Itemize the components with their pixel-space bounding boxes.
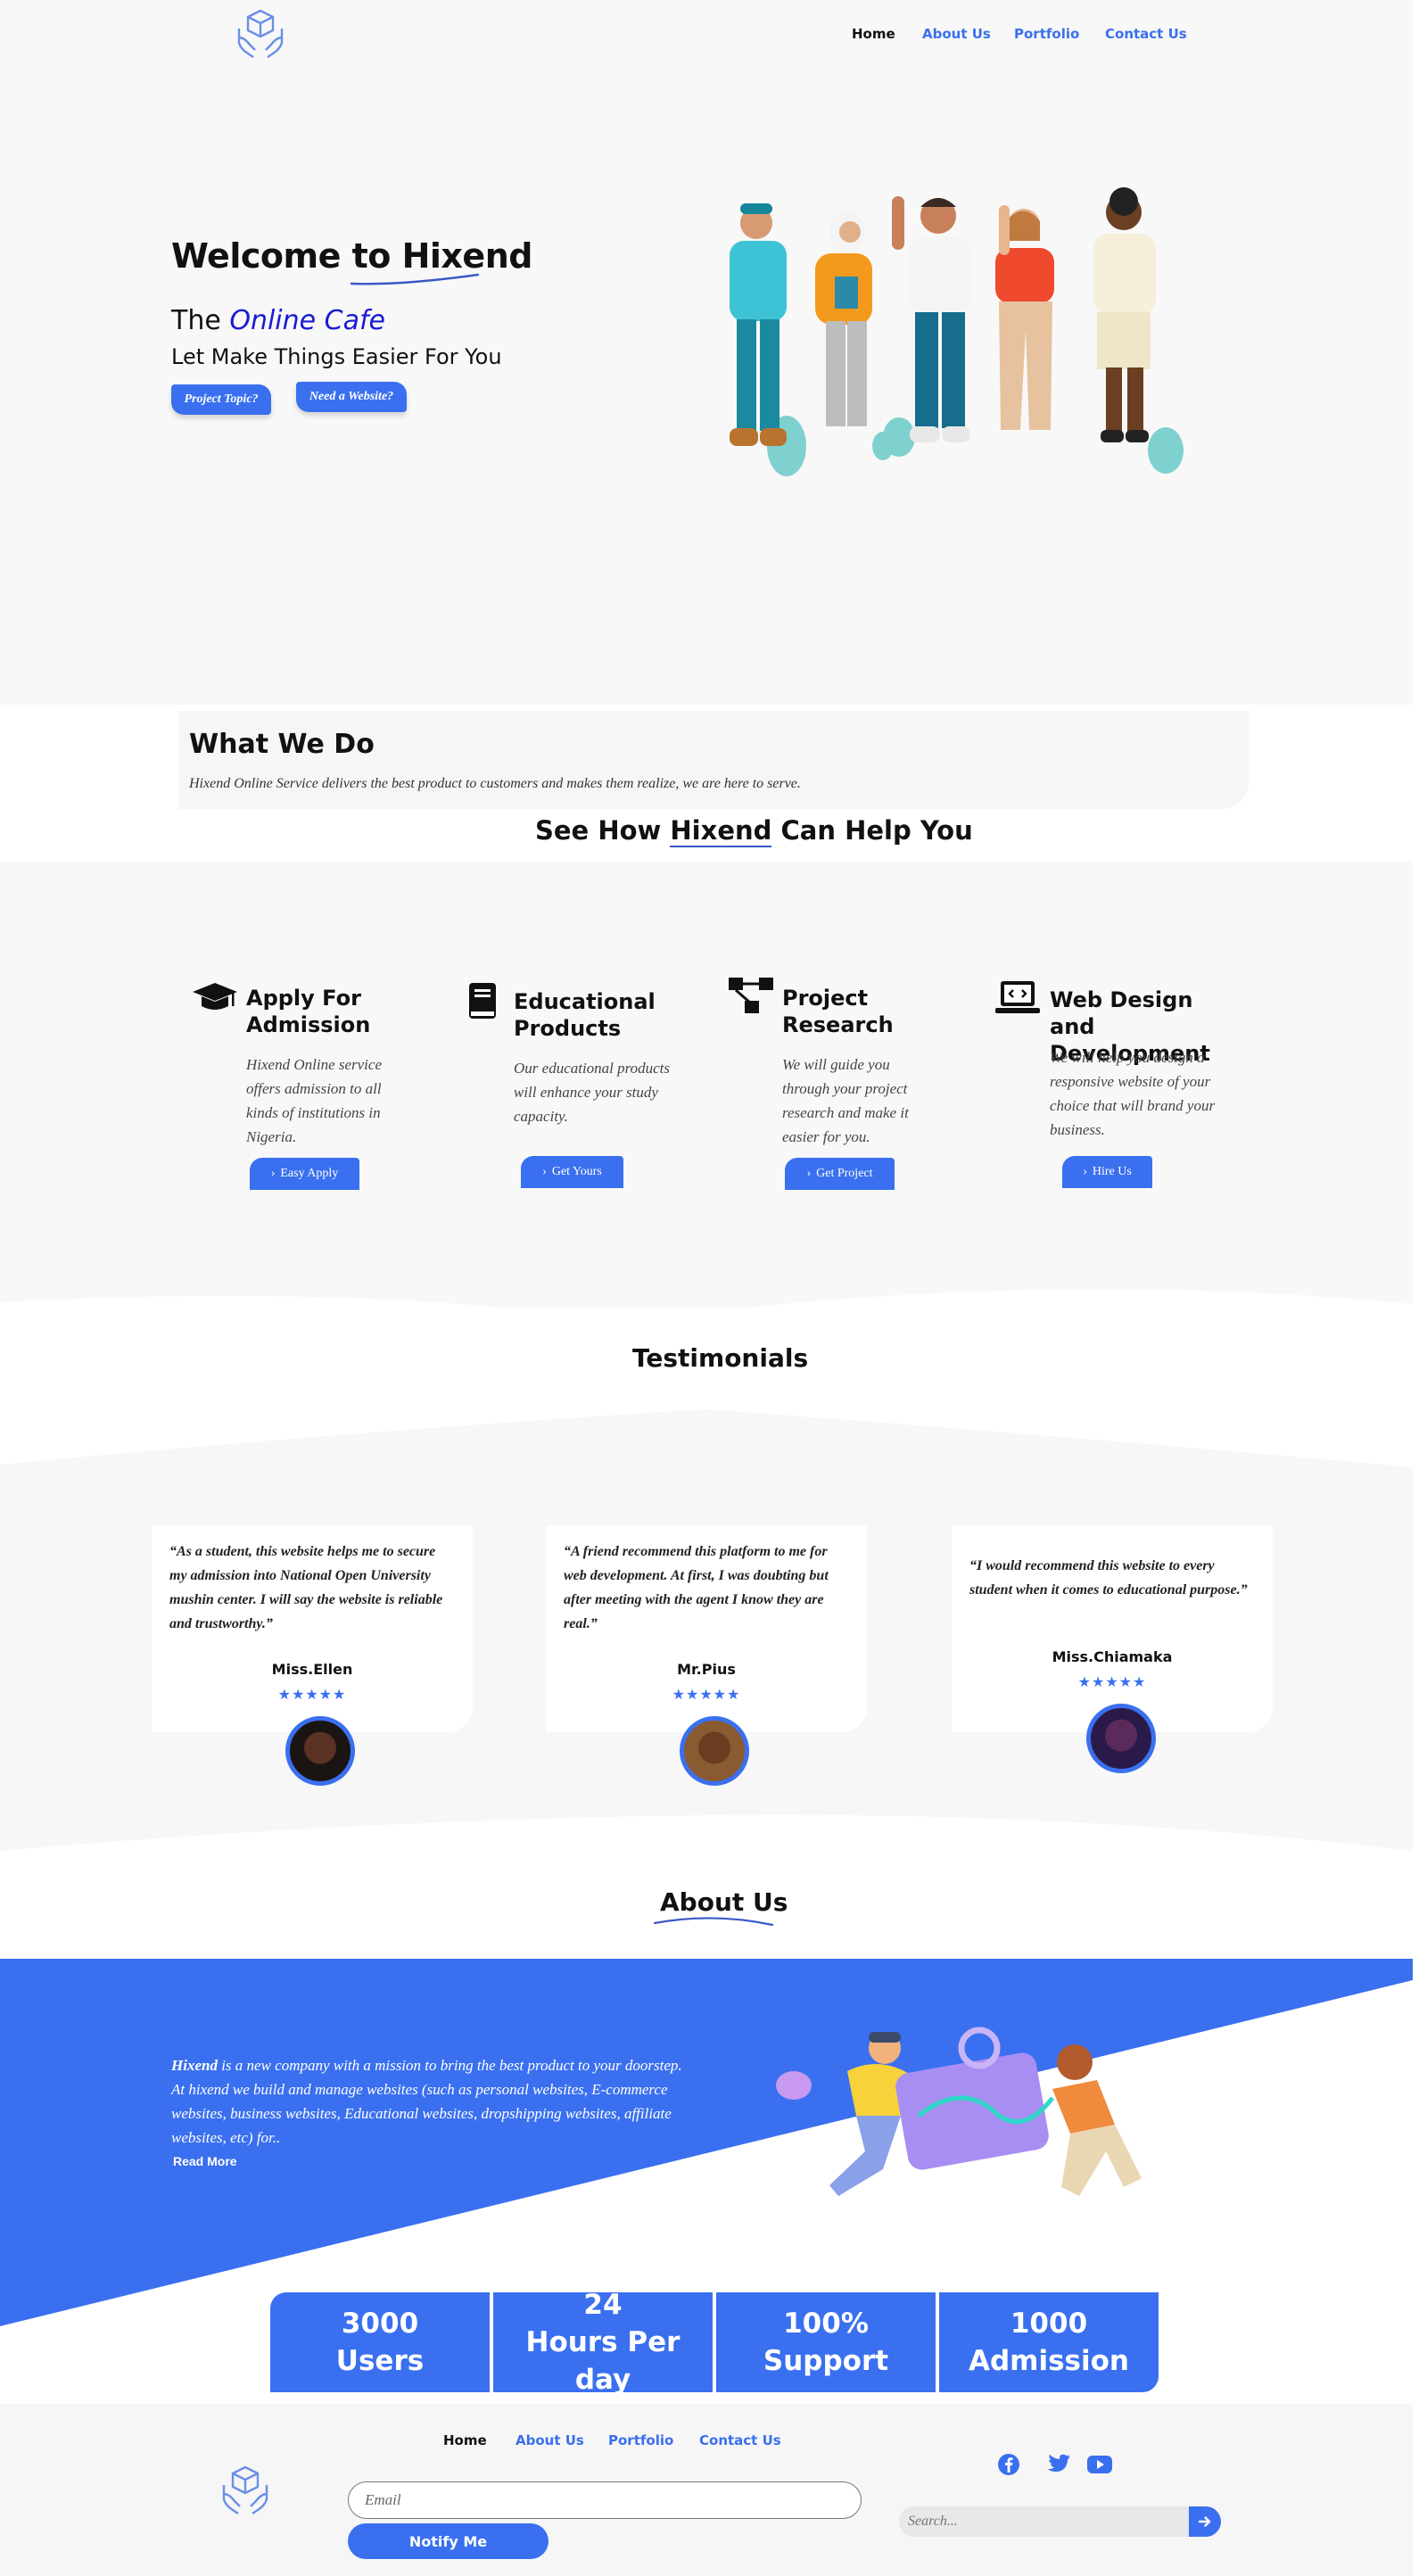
- service-desc: We will guide you through your project r…: [782, 1056, 909, 1145]
- testimonial-quote: “As a student, this website helps me to …: [169, 1544, 443, 1631]
- search-input[interactable]: [899, 2506, 1189, 2537]
- twitter-icon[interactable]: [1046, 2454, 1071, 2475]
- testimonial-quote: “A friend recommend this platform to me …: [564, 1544, 829, 1631]
- chevron-right-icon: ›: [1083, 1165, 1087, 1178]
- hero-subtitle: The Online Cafe: [171, 305, 385, 336]
- testimonial-card: “I would recommend this website to every…: [952, 1525, 1273, 1732]
- service-desc: We will help you design a responsive web…: [1050, 1049, 1216, 1138]
- footer-logo-icon[interactable]: [220, 2464, 270, 2515]
- rating-stars-icon: ★★★★★: [672, 1688, 741, 1703]
- footer-nav-about[interactable]: About Us: [516, 2432, 584, 2448]
- easy-apply-button[interactable]: › Easy Apply: [250, 1158, 359, 1190]
- footer-nav-contact[interactable]: Contact Us: [699, 2432, 781, 2448]
- testimonial-name: Mr.Pius: [677, 1661, 736, 1678]
- nav-about[interactable]: About Us: [922, 26, 991, 42]
- rating-stars-icon: ★★★★★: [1077, 1675, 1147, 1690]
- stat-admission: 1000 Admission: [939, 2292, 1159, 2392]
- about-underline-icon: [653, 1917, 774, 1927]
- testimonial-quote: “I would recommend this website to every…: [969, 1558, 1248, 1598]
- youtube-icon[interactable]: [1086, 2455, 1113, 2474]
- testimonial-name: Miss.Chiamaka: [1052, 1648, 1173, 1665]
- arrow-right-icon: [1198, 2516, 1211, 2527]
- need-website-button[interactable]: Need a Website?: [296, 382, 407, 412]
- chevron-right-icon: ›: [806, 1167, 812, 1180]
- team-illustration: [730, 187, 1184, 476]
- get-yours-button[interactable]: › Get Yours: [521, 1156, 623, 1188]
- footer-nav-home[interactable]: Home: [443, 2432, 487, 2448]
- service-desc: Hixend Online service offers admission t…: [246, 1056, 382, 1145]
- avatar: [680, 1716, 749, 1786]
- hire-us-button[interactable]: › Hire Us: [1062, 1156, 1152, 1188]
- about-title: About Us: [660, 1887, 788, 1917]
- what-we-do-text: Hixend Online Service delivers the best …: [189, 776, 801, 791]
- footer-nav-portfolio[interactable]: Portfolio: [608, 2432, 673, 2448]
- service-title: Project Research: [782, 986, 894, 1037]
- testimonial-name: Miss.Ellen: [271, 1661, 353, 1678]
- chevron-right-icon: ›: [270, 1167, 276, 1180]
- about-illustration: [776, 2027, 1142, 2196]
- hero-tagline: Let Make Things Easier For You: [171, 344, 502, 369]
- testimonial-card: “As a student, this website helps me to …: [152, 1525, 473, 1732]
- avatar: [1086, 1704, 1156, 1773]
- notify-me-button[interactable]: Notify Me: [348, 2523, 549, 2559]
- email-field[interactable]: [348, 2481, 862, 2519]
- logo-icon[interactable]: [235, 7, 285, 59]
- laptop-code-icon: [995, 981, 1040, 1013]
- nav-contact[interactable]: Contact Us: [1105, 26, 1187, 42]
- avatar: [285, 1716, 355, 1786]
- testimonial-card: “A friend recommend this platform to me …: [546, 1525, 867, 1732]
- testimonials-title: Testimonials: [632, 1343, 809, 1373]
- facebook-icon[interactable]: [997, 2453, 1020, 2476]
- stat-support: 100% Support: [716, 2292, 936, 2392]
- book-icon: [469, 983, 496, 1019]
- stat-users: 3000 Users: [270, 2292, 490, 2392]
- nav-portfolio[interactable]: Portfolio: [1014, 26, 1079, 42]
- service-title: Educational Products: [514, 989, 656, 1041]
- brand-underline-icon: [350, 273, 480, 285]
- project-diagram-icon: [729, 978, 773, 1013]
- stat-hours: 24 Hours Per day: [493, 2289, 713, 2396]
- nav-home[interactable]: Home: [852, 26, 895, 42]
- what-we-do-card: What We Do Hixend Online Service deliver…: [178, 711, 1249, 809]
- project-topic-button[interactable]: Project Topic?: [171, 384, 271, 415]
- graduation-cap-icon: [193, 983, 237, 1010]
- read-more-link[interactable]: Read More: [173, 2154, 237, 2168]
- rating-stars-icon: ★★★★★: [277, 1688, 347, 1703]
- get-project-button[interactable]: › Get Project: [785, 1158, 895, 1190]
- help-title: See How Hixend Can Help You: [535, 815, 973, 847]
- search-submit-button[interactable]: [1189, 2506, 1221, 2537]
- chevron-right-icon: ›: [542, 1165, 547, 1178]
- service-desc: Our educational products will enhance yo…: [514, 1060, 671, 1125]
- service-title: Apply For Admission: [246, 986, 371, 1037]
- about-text: Hixend is a new company with a mission t…: [171, 2057, 682, 2146]
- what-we-do-title: What We Do: [189, 729, 375, 760]
